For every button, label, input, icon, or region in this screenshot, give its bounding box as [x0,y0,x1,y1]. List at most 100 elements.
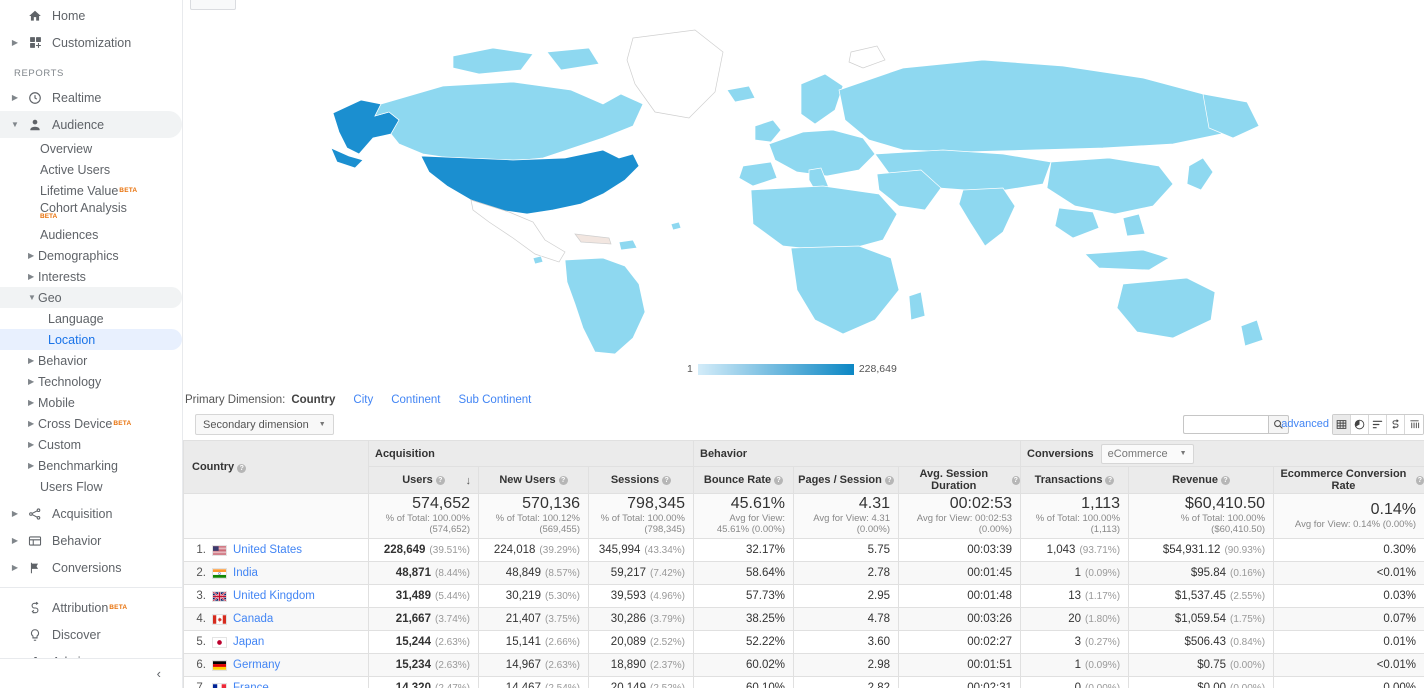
sidebar-item-audience[interactable]: ▼ Audience [0,111,182,138]
row-country-link[interactable]: France [233,682,269,688]
sidebar-item-location[interactable]: Location [0,329,182,350]
sidebar-item-realtime[interactable]: ▶ Audience Realtime [0,84,182,111]
analytics-app: Home ▶ Customization REPORTS ▶ Audience … [0,0,1424,688]
cell-value: 15,141 [505,636,541,648]
geo-map[interactable]: 1 228,649 [183,8,1424,386]
performance-view-icon[interactable] [1369,415,1387,434]
pivot-view-icon[interactable] [1405,415,1423,434]
legend-min-value: 1 [687,363,693,375]
dimension-header-cell[interactable]: Country ? [183,440,369,494]
sidebar-item-label: Custom [38,437,82,452]
row-country-link[interactable]: India [233,567,258,579]
sidebar-item-overview[interactable]: Overview [0,138,182,159]
cell-value: 0 [1074,682,1082,688]
row-country-link[interactable]: Japan [233,636,264,648]
table-row[interactable]: 7. France 14,320 (2.47%) 14,467 (2.54%) 20,149… [183,676,1424,688]
sidebar-item-mobile[interactable]: ▶ Mobile [0,392,182,413]
customization-icon [22,36,48,49]
help-icon[interactable]: ? [774,475,784,485]
help-icon[interactable]: ? [435,475,445,485]
column-header-revenue[interactable]: Revenue ? [1128,466,1275,494]
sidebar-item-customization[interactable]: ▶ Customization [0,29,182,56]
sidebar-item-language[interactable]: Language [0,308,182,329]
help-icon[interactable]: ? [558,475,568,485]
row-country-cell: 5. Japan [183,630,369,654]
comparison-view-icon[interactable] [1387,415,1405,434]
column-header-new-users[interactable]: New Users ? [478,466,589,494]
sidebar-item-label: Mobile [38,395,75,410]
sidebar-item-geo[interactable]: ▼ Geo [0,287,182,308]
row-cell-users: 14,320 (2.47%) [368,676,479,688]
help-icon[interactable]: ? [884,475,894,485]
column-header-sessions[interactable]: Sessions ? [588,466,694,494]
help-icon[interactable]: ? [1415,475,1424,485]
map-country-north-africa [750,185,898,253]
sidebar-item-demographics[interactable]: ▶ Demographics [0,245,182,266]
cell-value: 4.78 [867,613,890,625]
sidebar-item-behavior-audience[interactable]: ▶ Behavior [0,350,182,371]
table-row[interactable]: 5. Japan 15,244 (2.63%) 15,141 (2.66%) 20,089(… [183,630,1424,654]
sort-descending-icon[interactable]: ↓ [466,475,472,487]
help-icon[interactable]: ? [1105,475,1115,485]
sidebar-item-label: Location [48,332,96,347]
table-row[interactable]: 1. United States 228,649 (39.51%) 224,018 (39… [183,538,1424,562]
row-cell-ecommerce-conversion-rate: 0.07% [1273,607,1424,631]
chevron-right-icon: ▶ [28,272,35,281]
summary-cell-ecommerce-conversion-rate: 0.14% Avg for View: 0.14% (0.00%) [1273,493,1424,539]
help-icon[interactable]: ? [1220,475,1230,485]
primary-dimension-continent[interactable]: Continent [391,394,440,406]
sidebar-item-custom[interactable]: ▶ Custom [0,434,182,455]
column-header-pages-session[interactable]: Pages / Session ? [793,466,899,494]
world-map-svg[interactable] [303,8,1303,358]
table-row[interactable]: 6. Germany 15,234 (2.63%) 14,967 (2.63%) 18,89… [183,653,1424,677]
sidebar-item-technology[interactable]: ▶ Technology [0,371,182,392]
help-icon[interactable]: ? [237,464,247,473]
column-header-avg-session-duration[interactable]: Avg. Session Duration ? [897,466,1022,494]
column-header-ecommerce-conversion-rate[interactable]: Ecommerce Conversion Rate ? [1273,466,1424,494]
sidebar-item-cross-device[interactable]: ▶ Cross Device BETA [0,413,182,434]
table-row[interactable]: 2. India 48,871 (8.44%) 48,849 (8.57%) 59,217(… [183,561,1424,585]
table-row[interactable]: 3. United Kingdom 31,489 (5.44%) 30,219 (5.30… [183,584,1424,608]
collapse-sidebar-icon[interactable]: ‹ [157,666,161,681]
sidebar-item-audiences[interactable]: Audiences [0,224,182,245]
sidebar-item-conversions[interactable]: ▶ Conversions [0,554,182,581]
help-icon[interactable]: ? [662,475,672,485]
sidebar-item-users-flow[interactable]: Users Flow [0,476,182,497]
sidebar-item-benchmarking[interactable]: ▶ Benchmarking [0,455,182,476]
cell-value: 14,467 [505,682,541,688]
row-cell-users: 228,649 (39.51%) [368,538,479,562]
sidebar-item-active-users[interactable]: Active Users [0,159,182,180]
help-icon[interactable]: ? [1011,475,1021,485]
advanced-filter-link[interactable]: advanced [1281,418,1329,430]
row-country-link[interactable]: Germany [233,659,280,671]
beta-badge: BETA [109,604,128,611]
sidebar-item-home[interactable]: Home [0,2,182,29]
map-country-iceland [726,85,756,103]
column-header-users[interactable]: Users ? ↓ [368,466,479,494]
flag-icon-fr [212,682,227,688]
summary-note: Avg for View: 0.14% (0.00%) [1294,518,1417,530]
secondary-dimension-button[interactable]: Secondary dimension ▼ [195,414,334,435]
sidebar-item-attribution[interactable]: Attribution BETA [0,594,182,621]
bulb-icon [22,628,48,642]
primary-dimension-city[interactable]: City [353,394,373,406]
sidebar-item-label: Language [48,311,104,326]
sidebar-item-interests[interactable]: ▶ Interests [0,266,182,287]
sidebar-item-behavior[interactable]: ▶ Behavior [0,527,182,554]
table-view-icon[interactable] [1333,415,1351,434]
row-country-link[interactable]: United Kingdom [233,590,315,602]
search-input[interactable] [1183,415,1268,434]
primary-dimension-sub-continent[interactable]: Sub Continent [458,394,531,406]
pie-chart-view-icon[interactable] [1351,415,1369,434]
conversions-goal-select[interactable]: eCommerce ▼ [1100,443,1194,464]
group-header-acquisition: Acquisition [368,440,694,467]
row-country-link[interactable]: United States [233,544,302,556]
table-row[interactable]: 4. Canada 21,667 (3.74%) 21,407 (3.75%) 30,286… [183,607,1424,631]
row-country-link[interactable]: Canada [233,613,273,625]
sidebar-item-lifetime-value[interactable]: Lifetime Value BETA [0,180,182,201]
sidebar-item-acquisition[interactable]: ▶ Acquisition [0,500,182,527]
sidebar-item-cohort-analysis[interactable]: Cohort Analysis BETA [0,201,182,224]
sidebar-item-discover[interactable]: Discover [0,621,182,648]
column-header-bounce-rate[interactable]: Bounce Rate ? [693,466,794,494]
column-header-transactions[interactable]: Transactions ? [1020,466,1130,494]
